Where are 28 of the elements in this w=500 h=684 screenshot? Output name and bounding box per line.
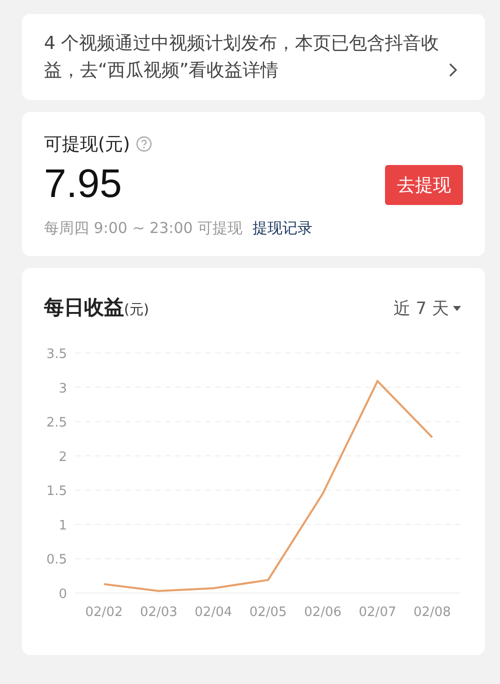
unit-label: (元) (124, 301, 149, 319)
axis-label: 02/05 (249, 605, 287, 620)
balance-label: 可提现(元) (44, 133, 130, 156)
axis-label: 2 (58, 450, 67, 465)
chevron-icon (448, 63, 458, 77)
axis-label: 3 (58, 381, 67, 396)
axis-label: 1.5 (46, 484, 67, 500)
axis-label: 0 (58, 587, 67, 602)
axis-label: 3.5 (46, 347, 67, 362)
history-link[interactable]: 提现记录 (252, 219, 313, 238)
axis-label: 02/07 (358, 605, 396, 620)
balance-amount: 7.95 (44, 162, 122, 207)
withdraw-button[interactable]: 去提现 (385, 164, 463, 204)
axis-label: 02/04 (194, 605, 232, 620)
range-dropdown[interactable]: 近 7 天 (393, 297, 461, 320)
notice-card[interactable]: 4 个视频通过中视频计划发布，本页已包含抖音收益，去“西瓜视频”看收益详情 (22, 14, 485, 100)
axis-label: 2.5 (46, 416, 67, 431)
caret-icon (453, 306, 461, 311)
axis-label: 02/03 (140, 605, 178, 620)
axis-label: 02/02 (85, 605, 123, 620)
chart-title: 每日收益 (44, 294, 124, 321)
notice-text: 4 个视频通过中视频计划发布，本页已包含抖音收益，去“西瓜视频”看收益详情 (44, 32, 440, 83)
schedule-text: 每周四 9:00 ~ 23:00 可提现 (44, 219, 243, 238)
help-icon[interactable] (136, 136, 152, 152)
axis-label: 02/06 (304, 605, 342, 620)
axis-label: 0.5 (46, 552, 67, 568)
axis-label: 02/08 (413, 605, 451, 620)
axis-label: 1 (58, 518, 67, 534)
